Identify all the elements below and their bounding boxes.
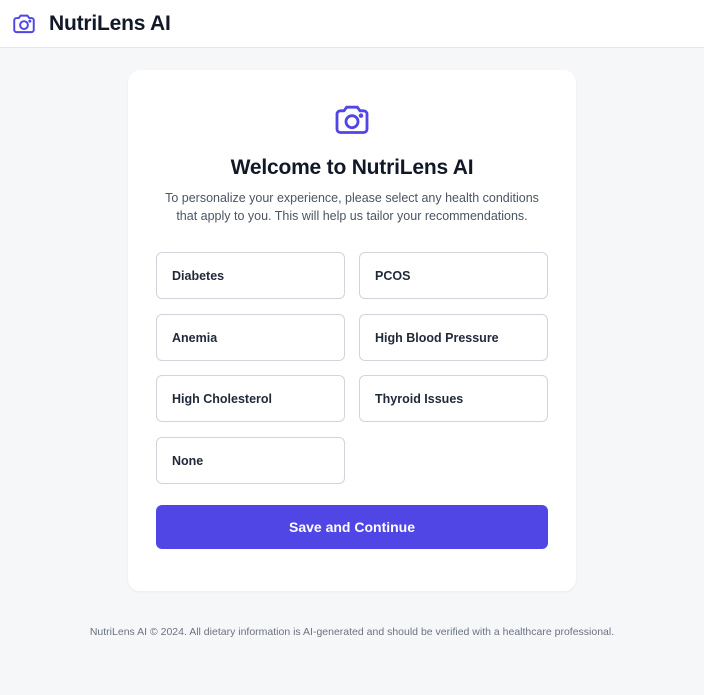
onboarding-card: Welcome to NutriLens AI To personalize y… <box>128 70 576 591</box>
option-high-cholesterol[interactable]: High Cholesterol <box>156 375 345 422</box>
option-high-blood-pressure[interactable]: High Blood Pressure <box>359 314 548 361</box>
save-and-continue-button[interactable]: Save and Continue <box>156 505 548 549</box>
camera-icon <box>332 100 372 140</box>
camera-icon <box>11 11 37 37</box>
page-title: Welcome to NutriLens AI <box>230 156 474 179</box>
option-none[interactable]: None <box>156 437 345 484</box>
footer-disclaimer: NutriLens AI © 2024. All dietary informa… <box>89 626 615 638</box>
app-brand-title[interactable]: NutriLens AI <box>49 12 171 36</box>
option-thyroid-issues[interactable]: Thyroid Issues <box>359 375 548 422</box>
option-diabetes[interactable]: Diabetes <box>156 252 345 299</box>
option-anemia[interactable]: Anemia <box>156 314 345 361</box>
top-bar: NutriLens AI <box>0 0 704 48</box>
intro-text: To personalize your experience, please s… <box>165 191 539 223</box>
option-pcos[interactable]: PCOS <box>359 252 548 299</box>
